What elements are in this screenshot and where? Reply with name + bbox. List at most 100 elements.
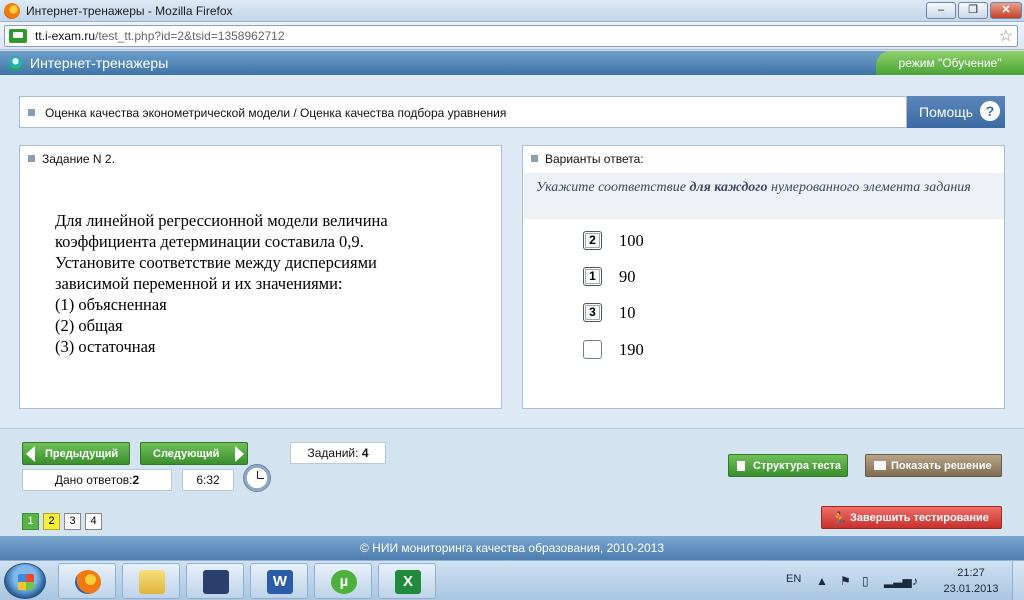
task-panel: Задание N 2. Для линейной регрессионной …	[19, 145, 502, 409]
page-button-2[interactable]: 2	[43, 513, 60, 530]
app-title: Интернет-тренажеры	[30, 55, 169, 71]
previous-button[interactable]: Предыдущий	[22, 442, 130, 465]
volume-icon[interactable]: ♪	[912, 574, 918, 588]
system-time[interactable]: 21:27	[946, 567, 996, 579]
answers-header: Варианты ответа:	[545, 152, 644, 166]
task-line: (3) остаточная	[55, 337, 156, 356]
url-path: /test_tt.php?id=2&tsid=1358962712	[95, 29, 285, 43]
answered-label: Дано ответов:	[54, 473, 133, 487]
app-logo-icon	[8, 56, 23, 71]
document-icon	[737, 461, 745, 471]
window-titlebar: Интернет-тренажеры - Mozilla Firefox – ❐…	[0, 0, 1024, 22]
bullet-icon	[531, 155, 538, 162]
address-bar[interactable]: tt.i-exam.ru/test_tt.php?id=2&tsid=13589…	[4, 25, 1018, 47]
browser-navbar: tt.i-exam.ru/test_tt.php?id=2&tsid=13589…	[0, 22, 1024, 50]
arrow-left-icon	[26, 446, 35, 462]
instruction-text: нумерованного элемента задания	[767, 180, 971, 195]
answer-mark-box[interactable]: 1	[583, 267, 602, 286]
page-button-4[interactable]: 4	[85, 513, 102, 530]
star-icon[interactable]: ☆	[999, 26, 1013, 46]
task-line: (2) общая	[55, 316, 123, 335]
windows-logo-icon	[18, 574, 34, 590]
answered-count: 2	[132, 473, 140, 487]
task-line: коэффициента детерминации составила 0,9.	[55, 232, 364, 251]
start-button[interactable]	[4, 563, 46, 599]
site-favicon-icon	[9, 29, 27, 43]
app-header: Интернет-тренажеры	[0, 51, 1024, 75]
answer-instruction: Укажите соответствие для каждого нумеров…	[524, 173, 1004, 219]
minimize-button[interactable]: –	[926, 2, 956, 19]
close-window-button[interactable]: ✕	[990, 2, 1022, 19]
question-icon: ?	[980, 101, 1000, 121]
test-structure-button[interactable]: Структура теста	[728, 454, 848, 477]
page-button-1[interactable]: 1	[22, 513, 39, 530]
url-text[interactable]: tt.i-exam.ru/test_tt.php?id=2&tsid=13589…	[35, 29, 285, 43]
answer-value: 190	[619, 340, 644, 359]
book-icon	[874, 461, 886, 470]
taskbar-explorer[interactable]	[122, 563, 180, 599]
solution-label: Показать решение	[891, 460, 992, 472]
instruction-emphasis: для каждого	[689, 180, 768, 195]
timer: 6:32	[182, 469, 234, 491]
taskbar-firefox[interactable]	[58, 563, 116, 599]
breadcrumb-text: Оценка качества эконометрической модели …	[45, 106, 507, 120]
url-domain: tt.i-exam.ru	[35, 29, 96, 43]
next-label: Следующий	[153, 448, 220, 460]
answer-mark-box[interactable]: 2	[583, 231, 602, 250]
copyright-footer: © НИИ мониторинга качества образования, …	[0, 536, 1024, 560]
task-line: Для линейной регрессионной модели величи…	[55, 211, 388, 230]
taskbar-save[interactable]	[186, 563, 244, 599]
previous-label: Предыдущий	[45, 448, 119, 460]
help-button[interactable]: Помощь ?	[907, 96, 1005, 128]
runner-icon: 🏃	[831, 511, 848, 526]
task-line: Установите соответствие между дисперсиям…	[55, 253, 377, 272]
firefox-icon	[75, 570, 101, 594]
answer-value: 100	[619, 231, 644, 250]
task-line: зависимой переменной и их значениями:	[55, 274, 343, 293]
instruction-text: Укажите соответствие	[536, 180, 690, 195]
next-button[interactable]: Следующий	[140, 442, 248, 465]
taskbar-utorrent[interactable]: µ	[314, 563, 372, 599]
firefox-logo-icon	[4, 3, 20, 19]
network-icon[interactable]: ▂▃▅	[884, 574, 912, 588]
tasks-counter: Заданий: 4	[290, 442, 386, 464]
show-desktop-button[interactable]	[1012, 561, 1024, 600]
battery-icon[interactable]: ▯	[862, 574, 869, 588]
maximize-button[interactable]: ❐	[958, 2, 988, 19]
windows-taskbar: W µ X EN ▲ ⚑ ▯ ▂▃▅ ♪ 21:27 23.01.2013	[0, 560, 1024, 600]
utorrent-icon: µ	[331, 570, 357, 594]
action-center-icon[interactable]: ⚑	[840, 574, 851, 588]
task-number: Задание N 2.	[42, 152, 115, 166]
taskbar-excel[interactable]: X	[378, 563, 436, 599]
answer-value: 90	[619, 267, 636, 286]
task-text: Для линейной регрессионной модели величи…	[55, 210, 475, 357]
window-title: Интернет-тренажеры - Mozilla Firefox	[26, 4, 233, 18]
answer-value: 10	[619, 303, 636, 322]
show-solution-button[interactable]: Показать решение	[865, 454, 1002, 477]
tray-arrow-icon[interactable]: ▲	[816, 574, 828, 588]
finish-label: Завершить тестирование	[850, 512, 989, 524]
system-date[interactable]: 23.01.2013	[938, 583, 1004, 595]
bullet-icon	[28, 109, 35, 116]
page-button-3[interactable]: 3	[64, 513, 81, 530]
language-indicator[interactable]: EN	[786, 573, 801, 585]
answers-panel-header: Варианты ответа:	[523, 146, 1004, 170]
folder-icon	[139, 570, 165, 594]
breadcrumb: Оценка качества эконометрической модели …	[19, 96, 907, 128]
word-icon: W	[267, 570, 293, 594]
taskbar-word[interactable]: W	[250, 563, 308, 599]
answers-panel: Варианты ответа: Укажите соответствие дл…	[522, 145, 1005, 409]
help-label: Помощь	[919, 104, 974, 120]
answered-counter: Дано ответов:2	[22, 469, 172, 491]
mode-badge: режим "Обучение"	[876, 51, 1024, 75]
tasks-label: Заданий:	[307, 446, 359, 460]
task-line: (1) объясненная	[55, 295, 167, 314]
finish-test-button[interactable]: 🏃 Завершить тестирование	[821, 506, 1002, 529]
answer-mark-box[interactable]: 3	[583, 303, 602, 322]
bullet-icon	[28, 155, 35, 162]
structure-label: Структура теста	[753, 460, 842, 472]
clock-icon	[243, 464, 271, 492]
excel-icon: X	[395, 570, 421, 594]
answer-mark-box[interactable]	[583, 340, 602, 359]
tasks-count: 4	[361, 446, 369, 460]
